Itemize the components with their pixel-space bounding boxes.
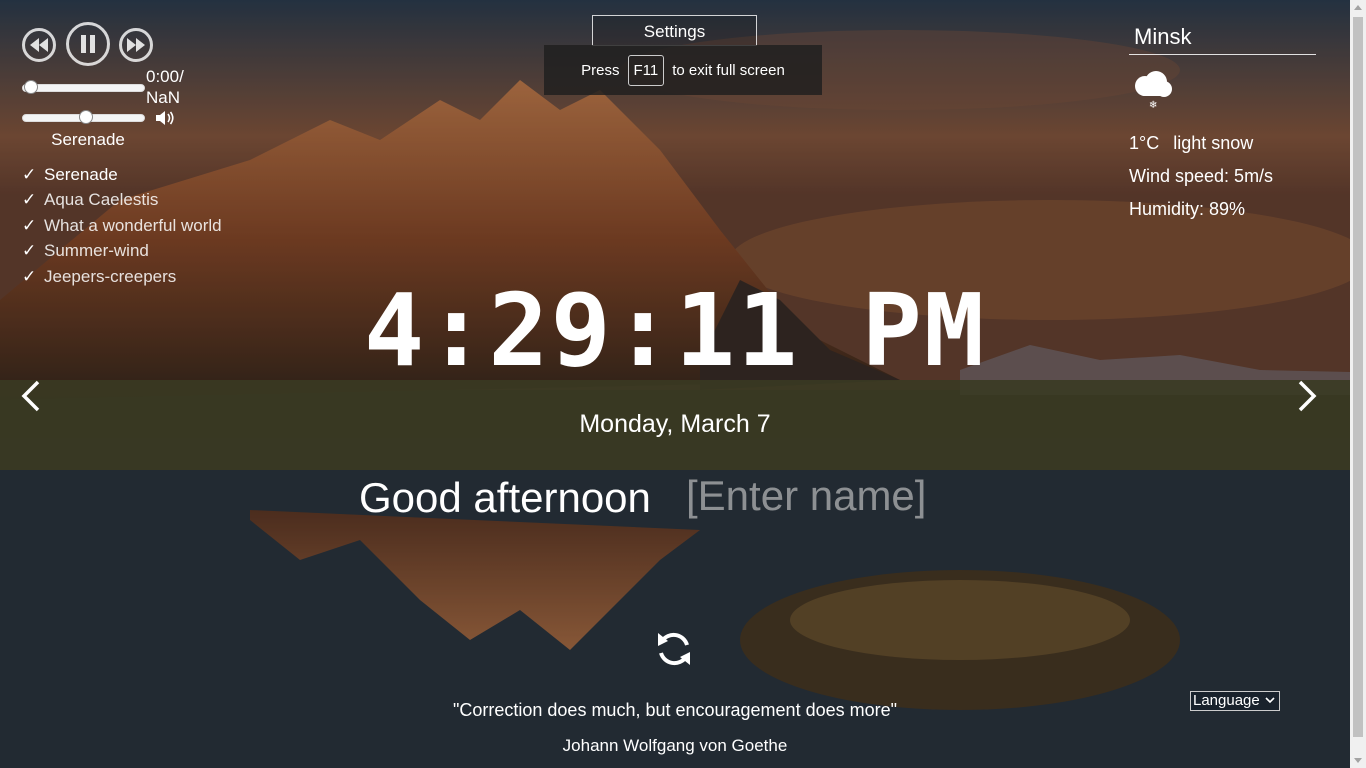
name-input[interactable] <box>680 472 972 520</box>
duration: NaN <box>146 88 181 107</box>
weather-temp-line: 1°C light snow <box>1129 133 1253 154</box>
fullscreen-notice-prefix: Press <box>581 61 620 79</box>
chevron-left-icon <box>21 380 40 412</box>
chevron-right-icon <box>1298 380 1317 412</box>
light-snow-icon: ❄ <box>1131 70 1175 115</box>
language-select[interactable]: Language <box>1190 691 1280 711</box>
playlist-item[interactable]: ✓ Serenade <box>22 162 222 188</box>
chevron-down-icon <box>1265 697 1275 704</box>
volume-slider[interactable] <box>22 110 145 124</box>
fast-forward-icon <box>127 38 145 52</box>
language-select-label: Language <box>1193 692 1260 709</box>
volume-knob[interactable] <box>78 110 93 124</box>
refresh-quote-button[interactable] <box>654 629 694 674</box>
previous-track-button[interactable] <box>22 28 56 62</box>
playlist-item-label: What a wonderful world <box>44 215 222 235</box>
next-background-button[interactable] <box>1296 380 1318 417</box>
check-icon: ✓ <box>22 241 37 261</box>
time-display: 0:00/ NaN <box>146 66 184 108</box>
playlist-item[interactable]: ✓ Summer-wind <box>22 239 222 265</box>
check-icon: ✓ <box>22 215 37 235</box>
svg-text:❄: ❄ <box>1149 100 1157 110</box>
previous-background-button[interactable] <box>20 380 42 417</box>
progress-slider[interactable] <box>22 80 145 94</box>
refresh-icon <box>658 632 690 666</box>
next-track-button[interactable] <box>119 28 153 62</box>
check-icon: ✓ <box>22 164 37 184</box>
pause-button[interactable] <box>66 22 110 66</box>
f11-key: F11 <box>627 54 665 86</box>
quote-text: "Correction does much, but encouragement… <box>452 700 897 720</box>
humidity: Humidity: 89% <box>1129 199 1246 219</box>
clock: 4:29:11 PM <box>363 272 987 389</box>
playlist-item-label: Aqua Caelestis <box>44 190 159 210</box>
playlist-item[interactable]: ✓ Aqua Caelestis <box>22 188 222 214</box>
weather-widget: ❄ 1°C light snow Wind speed: 5m/s Humidit… <box>1129 22 1316 219</box>
playlist-item-label: Serenade <box>44 164 118 184</box>
check-icon: ✓ <box>22 190 37 210</box>
pause-icon <box>81 35 95 53</box>
rewind-icon <box>30 38 48 52</box>
fullscreen-notice-suffix: to exit full screen <box>672 61 785 79</box>
fullscreen-notice: Press F11 to exit full screen <box>544 45 822 95</box>
current-time: 0:00/ <box>146 67 184 86</box>
current-track-title: Serenade <box>51 130 125 149</box>
playlist-item-label: Summer-wind <box>44 241 149 261</box>
greeting-text: Good afternoon <box>359 474 651 521</box>
playlist: ✓ Serenade ✓ Aqua Caelestis ✓ What a wonder… <box>22 162 222 290</box>
scrollbar-thumb[interactable] <box>1353 17 1363 737</box>
settings-button[interactable]: Settings <box>592 15 757 46</box>
weather-description: light snow <box>1173 133 1254 153</box>
volume-icon[interactable] <box>156 110 176 131</box>
city-input[interactable] <box>1129 22 1316 55</box>
quote-author: Johann Wolfgang von Goethe <box>562 736 788 755</box>
wind-speed: Wind speed: 5m/s <box>1129 166 1274 186</box>
progress-knob[interactable] <box>24 80 38 94</box>
date: Monday, March 7 <box>579 410 771 438</box>
playlist-item[interactable]: ✓ What a wonderful world <box>22 213 222 239</box>
temperature: 1°C <box>1129 133 1160 153</box>
scrollbar[interactable] <box>1350 0 1366 768</box>
